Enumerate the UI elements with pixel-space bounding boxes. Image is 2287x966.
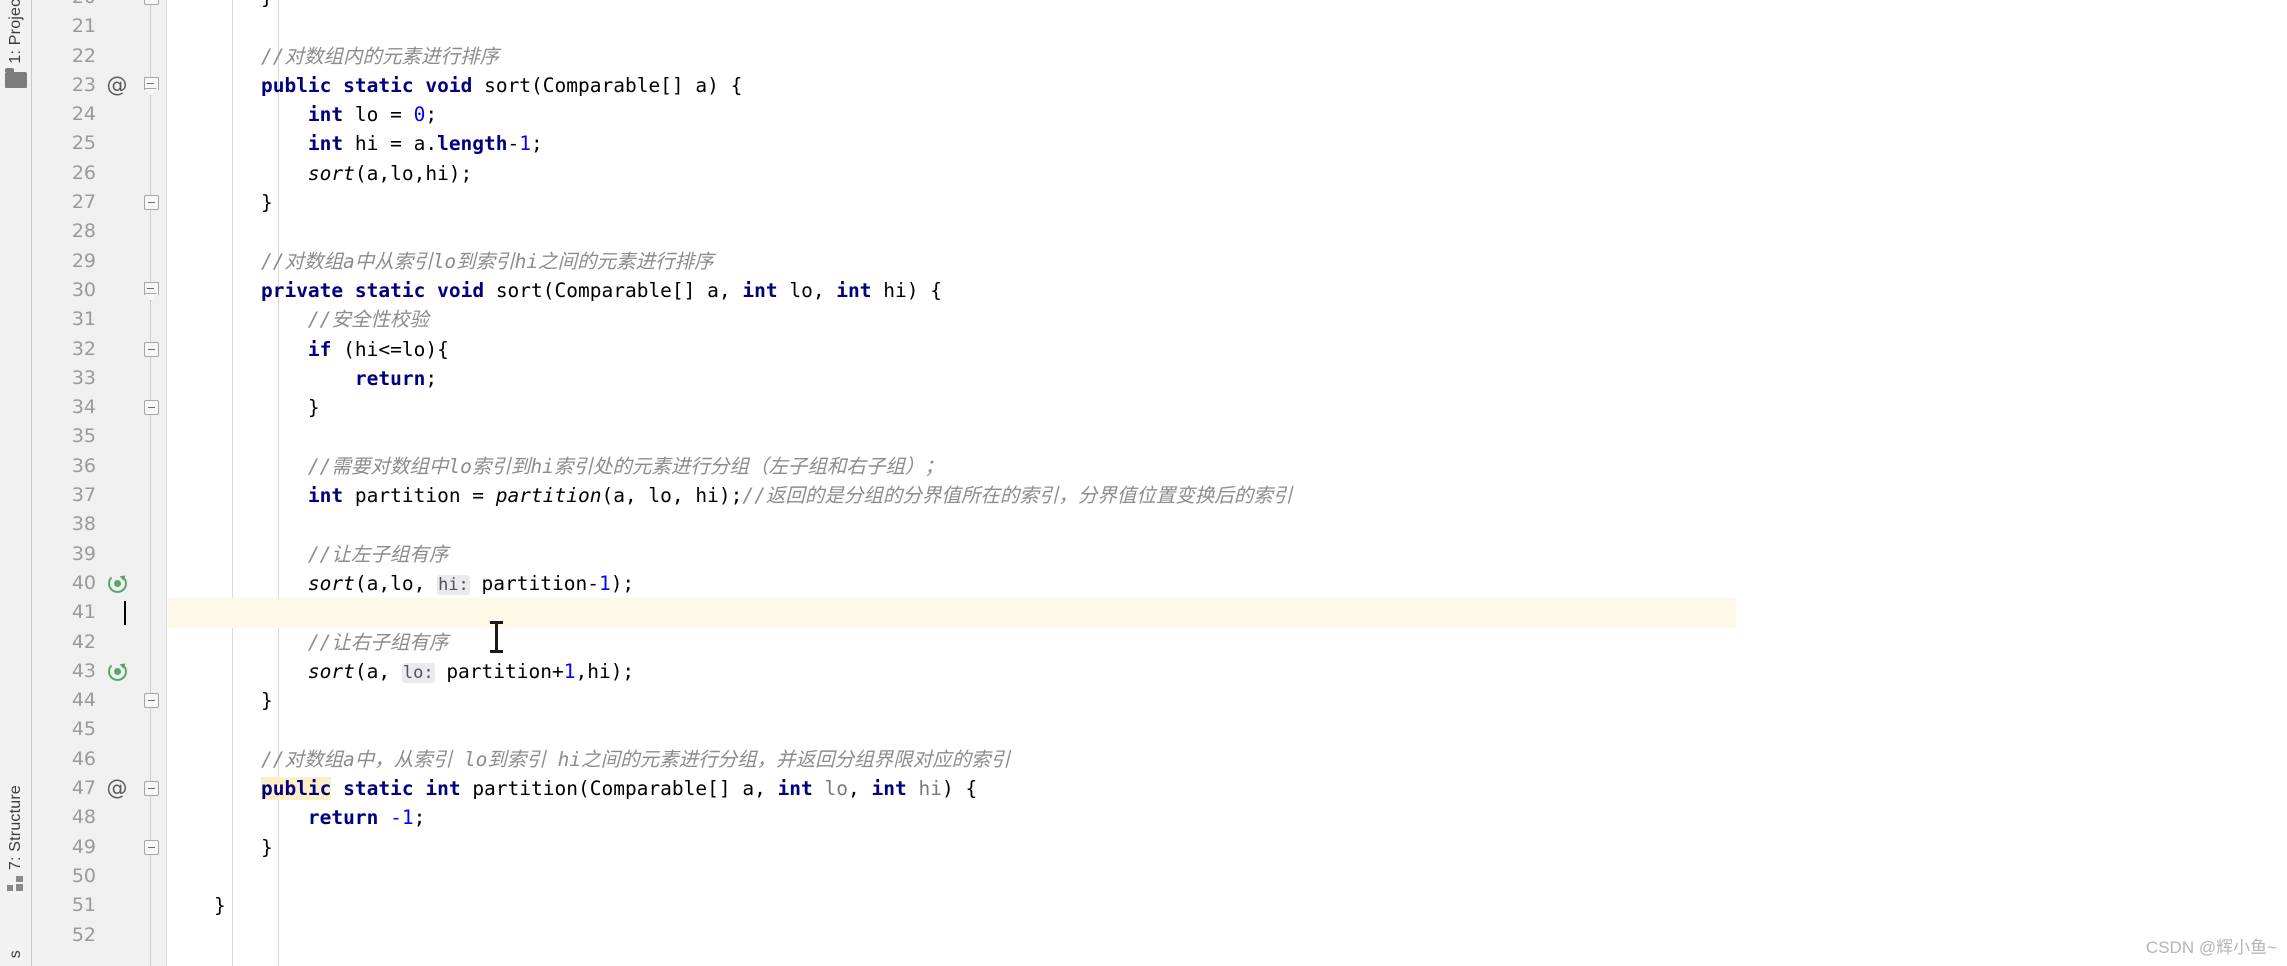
line-number: 20 bbox=[56, 0, 96, 12]
gutter-row[interactable]: 28 bbox=[32, 217, 166, 246]
tool-window-button-project[interactable]: 1: Project bbox=[0, 0, 32, 88]
tool-window-button-structure-label: 7: Structure bbox=[7, 785, 24, 871]
line-number: 25 bbox=[71, 132, 96, 155]
gutter-row[interactable]: 21 bbox=[32, 12, 166, 41]
gutter-row[interactable]: 29 bbox=[32, 247, 166, 276]
line-number: 28 bbox=[71, 220, 96, 243]
line-number: 21 bbox=[71, 15, 96, 38]
line-number: 45 bbox=[71, 718, 96, 741]
watermark-label: CSDN @辉小鱼~ bbox=[2145, 938, 2277, 957]
gutter-row[interactable]: 37 bbox=[32, 481, 166, 510]
gutter-row[interactable]: 38 bbox=[32, 510, 166, 539]
line-number: 31 bbox=[71, 308, 96, 331]
folder-icon bbox=[5, 67, 27, 88]
fold-collapse-icon[interactable] bbox=[144, 400, 159, 416]
gutter-row[interactable]: 50 bbox=[32, 862, 166, 891]
gutter-row[interactable]: 41 bbox=[32, 598, 166, 627]
gutter-row[interactable]: 25 bbox=[32, 129, 166, 158]
gutter-row[interactable]: 39 bbox=[32, 540, 166, 569]
fold-collapse-icon[interactable] bbox=[144, 693, 159, 709]
line-number: 27 bbox=[71, 191, 96, 214]
line-number-column: 20 21 22 23 @24 25 26 27 28 29 30 31 32 33 34 35 36 37 38 3… bbox=[32, 0, 166, 950]
line-number: 26 bbox=[71, 161, 96, 184]
gutter-row[interactable]: 45 bbox=[32, 715, 166, 744]
structure-icon bbox=[7, 876, 25, 892]
editor-gutter[interactable]: 20 21 22 23 @24 25 26 27 28 29 30 31 32 33 34 35 36 37 38 3… bbox=[32, 0, 167, 966]
line-number: 41 bbox=[71, 601, 96, 624]
line-number: 23 bbox=[71, 73, 96, 96]
gutter-row[interactable]: 26 bbox=[32, 159, 166, 188]
tool-window-button-favorites[interactable]: s bbox=[0, 950, 32, 958]
line-number: 34 bbox=[71, 396, 96, 419]
line-number: 29 bbox=[71, 249, 96, 272]
fold-region-arrow-icon[interactable] bbox=[144, 282, 159, 301]
left-tool-window-stripe: 1: Project 7: Structure s bbox=[0, 0, 32, 966]
gutter-row[interactable]: 46 bbox=[32, 745, 166, 774]
line-number: 40 bbox=[71, 571, 96, 594]
gutter-row[interactable]: 35 bbox=[32, 422, 166, 451]
gutter-row[interactable]: 33 bbox=[32, 364, 166, 393]
line-number: 35 bbox=[71, 425, 96, 448]
text-caret bbox=[124, 601, 127, 626]
line-number: 32 bbox=[71, 337, 96, 360]
line-number: 50 bbox=[71, 864, 96, 887]
line-number: 49 bbox=[71, 835, 96, 858]
fold-collapse-icon[interactable] bbox=[144, 341, 159, 357]
gutter-row[interactable]: 48 bbox=[32, 803, 166, 832]
override-annotation-icon[interactable]: @ bbox=[104, 774, 130, 803]
gutter-row[interactable]: 42 bbox=[32, 628, 166, 657]
tool-window-button-favorites-label: s bbox=[7, 950, 24, 959]
gutter-row[interactable]: 36 bbox=[32, 452, 166, 481]
line-number: 37 bbox=[71, 484, 96, 507]
line-number: 43 bbox=[71, 659, 96, 682]
line-number: 44 bbox=[71, 689, 96, 712]
line-number: 47 bbox=[71, 777, 96, 800]
tool-window-button-project-label: 1: Project bbox=[7, 0, 24, 64]
tool-window-button-structure[interactable]: 7: Structure bbox=[0, 785, 32, 892]
line-number: 30 bbox=[71, 278, 96, 301]
gutter-row[interactable]: 31 bbox=[32, 305, 166, 334]
line-number: 39 bbox=[71, 542, 96, 565]
code-line[interactable] bbox=[124, 598, 1767, 628]
fold-collapse-icon[interactable] bbox=[144, 195, 159, 211]
fold-collapse-icon[interactable] bbox=[144, 781, 159, 797]
override-annotation-icon[interactable]: @ bbox=[104, 71, 130, 100]
line-number: 48 bbox=[71, 806, 96, 829]
recursive-call-icon[interactable] bbox=[104, 569, 130, 598]
line-number: 42 bbox=[71, 630, 96, 653]
fold-collapse-icon[interactable] bbox=[144, 839, 159, 855]
fold-collapse-icon[interactable] bbox=[144, 0, 159, 5]
gutter-row[interactable]: 52 bbox=[32, 921, 166, 950]
gutter-row[interactable]: 51 bbox=[32, 891, 166, 920]
line-number: 33 bbox=[71, 366, 96, 389]
recursive-call-icon[interactable] bbox=[104, 657, 130, 686]
line-number: 38 bbox=[71, 513, 96, 536]
gutter-row[interactable]: 24 bbox=[32, 100, 166, 129]
right-blank-panel: CSDN @辉小鱼~ bbox=[1736, 0, 2287, 966]
fold-region-arrow-icon[interactable] bbox=[144, 76, 159, 96]
line-number: 46 bbox=[71, 747, 96, 770]
line-number: 22 bbox=[71, 44, 96, 67]
gutter-row[interactable]: 22 bbox=[32, 42, 166, 71]
line-number: 24 bbox=[71, 103, 96, 126]
line-number: 51 bbox=[71, 894, 96, 917]
gutter-row[interactable]: 40 bbox=[32, 569, 166, 598]
line-number: 52 bbox=[71, 923, 96, 946]
ide-window: 1: Project 7: Structure s 20212223@24252… bbox=[0, 0, 2287, 966]
gutter-row[interactable]: 43 bbox=[32, 657, 166, 686]
line-number: 36 bbox=[71, 454, 96, 477]
